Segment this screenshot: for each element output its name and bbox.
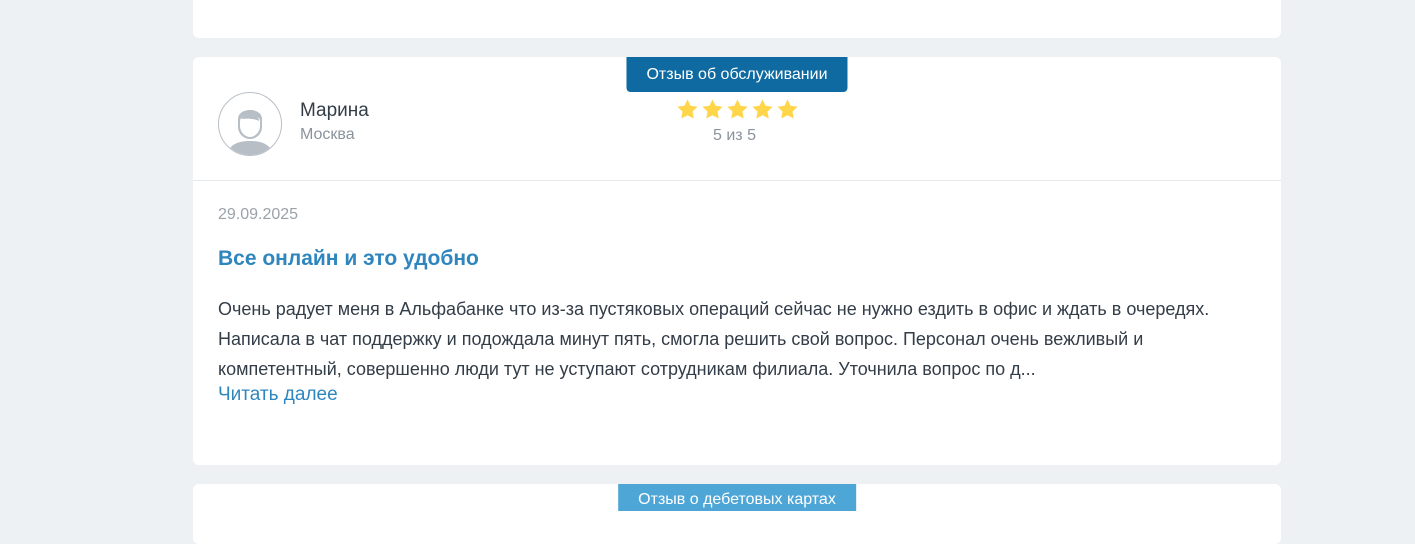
rating-stars xyxy=(676,98,799,121)
author-name[interactable]: Марина xyxy=(300,100,369,122)
next-review-card: Отзыв о дебетовых картах xyxy=(193,484,1281,544)
star-icon xyxy=(752,99,773,119)
star-icon xyxy=(677,99,698,119)
rating-text: 5 из 5 xyxy=(713,127,756,144)
review-date: 29.09.2025 xyxy=(218,206,299,223)
star-icon xyxy=(727,99,748,119)
avatar[interactable] xyxy=(218,92,282,156)
star-icon xyxy=(702,99,723,119)
review-title[interactable]: Все онлайн и это удобно xyxy=(218,247,479,271)
review-card: Отзыв об обслуживании Марина Москва 5 из… xyxy=(193,57,1281,465)
next-review-category-badge[interactable]: Отзыв о дебетовых картах xyxy=(618,484,856,511)
star-icon xyxy=(777,99,798,119)
previous-review-card xyxy=(193,0,1281,38)
review-header: Марина Москва 5 из 5 xyxy=(193,57,1281,181)
review-text: Очень радует меня в Альфабанке что из-за… xyxy=(218,299,1210,379)
user-avatar-icon xyxy=(227,110,273,155)
author-city: Москва xyxy=(300,126,355,143)
read-more-link[interactable]: Читать далее xyxy=(218,384,338,406)
